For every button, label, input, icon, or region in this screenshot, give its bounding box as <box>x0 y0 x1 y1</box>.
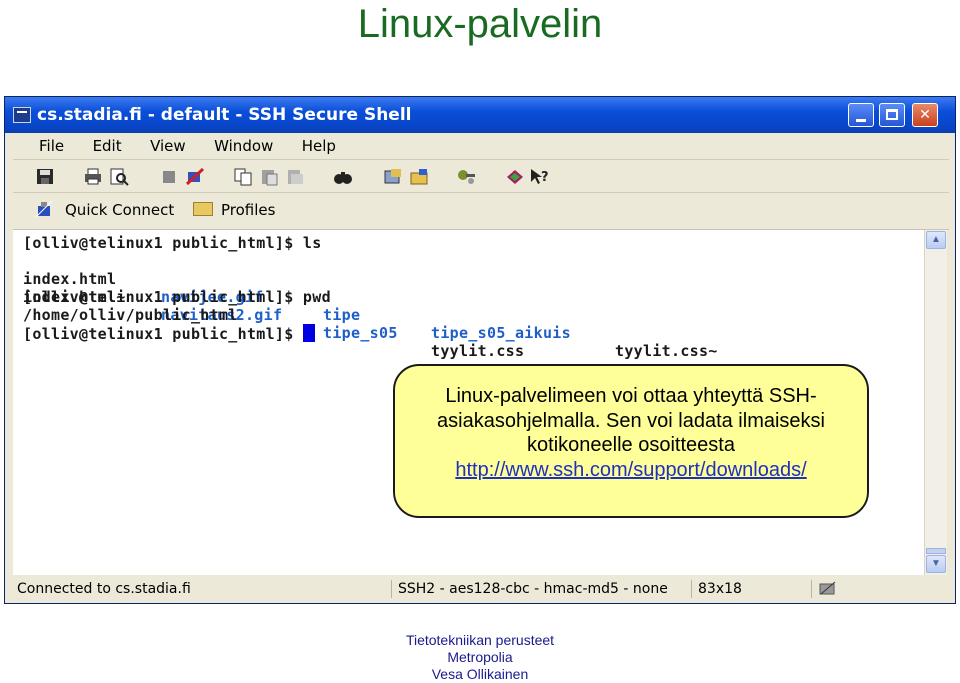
chevron-up-icon: ▲ <box>931 234 941 245</box>
status-cipher: SSH2 - aes128-cbc - hmac-md5 - none <box>391 580 668 598</box>
close-icon: ✕ <box>919 107 931 123</box>
terminal-line: /home/olliv/public_html <box>23 306 238 324</box>
ls-entry: tyylit.css <box>431 342 525 360</box>
disconnect-icon[interactable] <box>185 167 205 186</box>
slide-title: Linux-palvelin <box>357 2 603 46</box>
callout-text: Linux-palvelimeen voi ottaa yhteyttä SSH… <box>437 385 825 456</box>
help-icon[interactable]: ? <box>529 167 549 186</box>
window-titlebar[interactable]: cs.stadia.fi - default - SSH Secure Shel… <box>5 97 955 133</box>
maximize-icon <box>886 109 898 120</box>
ls-entry: tipe_s05_aikuis <box>431 324 571 342</box>
key-icon[interactable] <box>457 167 477 186</box>
book-icon[interactable] <box>505 167 525 186</box>
settings-icon[interactable] <box>383 167 403 186</box>
download-link[interactable]: http://www.ssh.com/support/downloads/ <box>395 458 867 483</box>
quick-connect-label: Quick Connect <box>65 201 175 219</box>
profiles-folder-icon <box>193 202 213 216</box>
connect-icon[interactable] <box>159 167 179 186</box>
footer-course: Tietotekniikan perusteet <box>405 632 555 648</box>
ls-entry: tyylit.css~ <box>615 342 718 360</box>
status-connection: Connected to cs.stadia.fi <box>17 581 191 597</box>
paste-file-icon[interactable] <box>285 167 305 186</box>
status-bar: Connected to cs.stadia.fi SSH2 - aes128-… <box>9 577 951 601</box>
svg-text:?: ? <box>541 170 549 185</box>
terminal-line: [olliv@telinux1 public_html]$ ls <box>23 234 322 252</box>
print-preview-icon[interactable] <box>109 167 129 186</box>
footer-school: Metropolia <box>447 649 513 665</box>
connection-toolbar: Quick Connect Profiles <box>13 193 949 230</box>
terminal-prompt: [olliv@telinux1 public_html]$ <box>23 325 303 343</box>
menu-window[interactable]: Window <box>214 137 273 155</box>
vertical-scrollbar[interactable]: ▲ ▼ <box>924 230 947 575</box>
minimize-icon <box>856 119 866 122</box>
menu-help[interactable]: Help <box>302 137 336 155</box>
close-button[interactable]: ✕ <box>912 103 938 127</box>
menu-view[interactable]: View <box>150 137 186 155</box>
scroll-down-button[interactable]: ▼ <box>926 555 946 573</box>
ssh-window: cs.stadia.fi - default - SSH Secure Shel… <box>4 96 956 604</box>
profiles-label: Profiles <box>221 201 276 219</box>
window-title: cs.stadia.fi - default - SSH Secure Shel… <box>37 105 412 125</box>
menu-file[interactable]: File <box>39 137 64 155</box>
slide-footer: Tietotekniikan perusteet Metropolia Vesa… <box>0 632 960 683</box>
ls-entry: tipe <box>323 306 361 324</box>
resize-grip-icon <box>819 581 836 595</box>
footer-author: Vesa Ollikainen <box>431 666 529 682</box>
menu-edit[interactable]: Edit <box>93 137 122 155</box>
menu-bar: File Edit View Window Help <box>13 133 949 160</box>
folder-icon[interactable] <box>409 167 429 186</box>
quick-connect-icon <box>35 200 53 218</box>
info-callout: Linux-palvelimeen voi ottaa yhteyttä SSH… <box>393 364 869 518</box>
copy-icon[interactable] <box>233 167 253 186</box>
ls-entry: tipe_s05 <box>323 324 398 342</box>
status-lock-icon <box>811 580 848 598</box>
terminal-line: [olliv@telinux1 public_html]$ pwd <box>23 288 331 306</box>
terminal-cursor <box>302 324 315 342</box>
print-icon[interactable] <box>83 167 103 186</box>
minimize-button[interactable] <box>848 103 874 127</box>
save-icon[interactable] <box>35 167 55 186</box>
status-terminal-size: 83x18 <box>691 580 742 598</box>
find-icon[interactable] <box>333 167 353 186</box>
scroll-thumb[interactable] <box>926 548 946 554</box>
main-toolbar: ? <box>13 160 949 193</box>
scroll-up-button[interactable]: ▲ <box>926 231 946 249</box>
terminal-prompt-line: [olliv@telinux1 public_html]$ <box>23 324 315 343</box>
paste-icon[interactable] <box>259 167 279 186</box>
chevron-down-icon: ▼ <box>931 558 941 569</box>
terminal-app-icon <box>13 107 31 123</box>
maximize-button[interactable] <box>879 103 905 127</box>
